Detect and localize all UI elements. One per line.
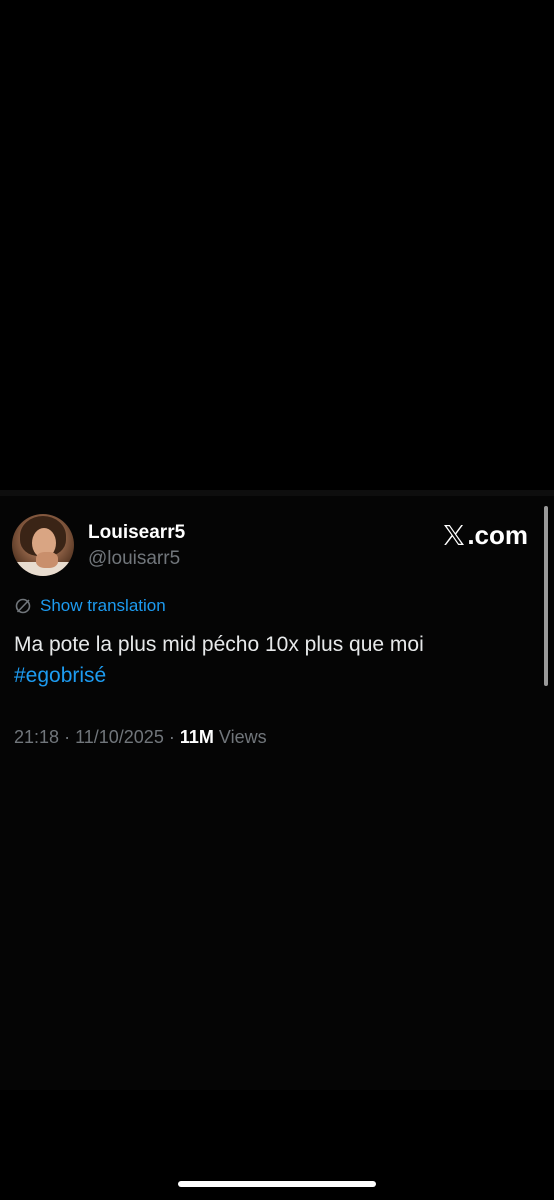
tweet-date[interactable]: 11/10/2025 — [75, 727, 164, 747]
x-logo-icon — [442, 523, 466, 547]
meta-separator: · — [168, 727, 175, 747]
empty-top-area — [0, 0, 554, 490]
meta-separator: · — [64, 727, 71, 747]
tweet-card[interactable]: Louisearr5 @louisarr5 .com Show translat… — [0, 490, 554, 1090]
tweet-meta: 21:18 · 11/10/2025 · 11M Views — [14, 727, 267, 748]
tweet-time[interactable]: 21:18 — [14, 727, 59, 747]
avatar-hand — [36, 552, 58, 568]
show-translation-label[interactable]: Show translation — [40, 596, 166, 616]
views-count[interactable]: 11M — [180, 727, 214, 747]
brand-logo: .com — [442, 520, 528, 551]
show-translation-link[interactable]: Show translation — [14, 596, 166, 616]
views-label: Views — [218, 727, 267, 747]
hashtag-link[interactable]: #egobrisé — [14, 664, 106, 687]
avatar[interactable] — [12, 514, 74, 576]
translate-icon — [14, 597, 32, 615]
brand-domain: .com — [467, 520, 528, 550]
tweet-text: Ma pote la plus mid pécho 10x plus que m… — [14, 629, 534, 691]
home-indicator[interactable] — [178, 1181, 376, 1187]
display-name[interactable]: Louisearr5 — [88, 522, 185, 544]
user-handle[interactable]: @louisarr5 — [88, 548, 180, 570]
scrollbar[interactable] — [544, 506, 548, 686]
tweet-text-body: Ma pote la plus mid pécho 10x plus que m… — [14, 633, 424, 656]
